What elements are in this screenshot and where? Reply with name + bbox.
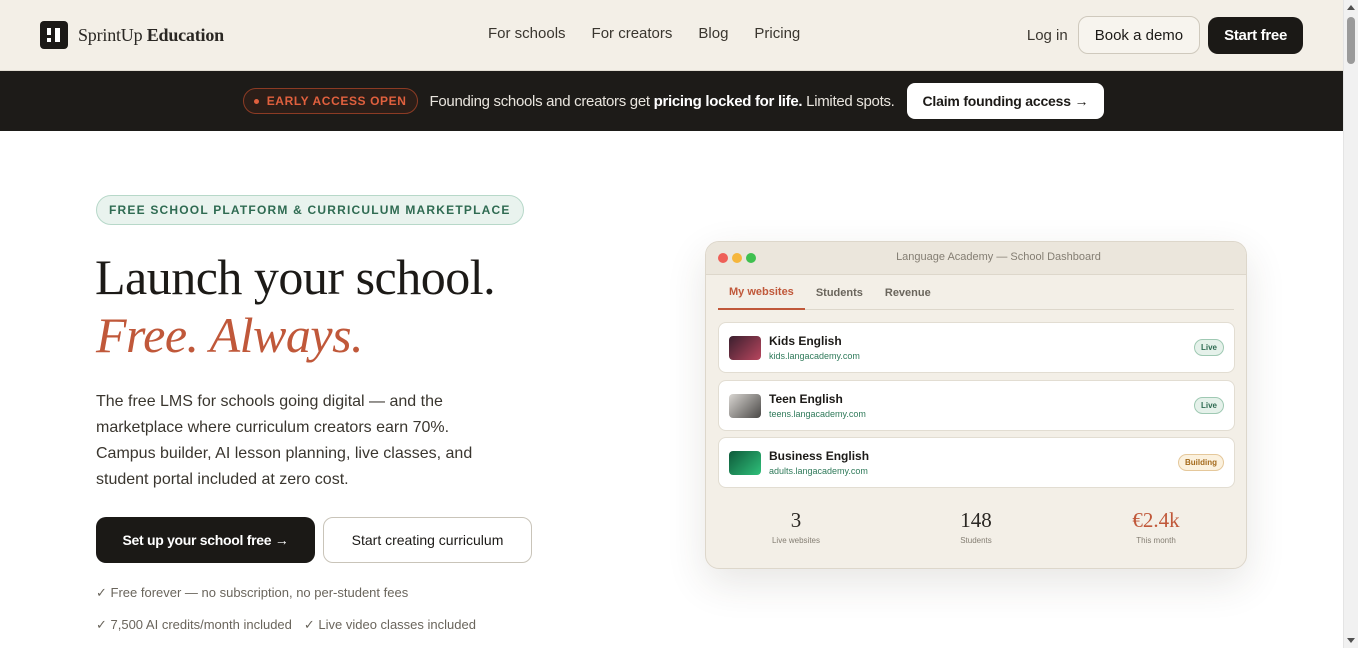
start-free-button[interactable]: Start free — [1208, 16, 1303, 54]
login-link[interactable]: Log in — [1026, 27, 1069, 44]
logo[interactable]: SprintUp Education — [40, 21, 224, 49]
site-name: Kids English — [769, 334, 842, 348]
announce-text-before: Founding schools and creators get — [429, 92, 654, 110]
tab-my-websites[interactable]: My websites — [718, 276, 805, 310]
dashboard-preview: Language Academy — School Dashboard My w… — [705, 241, 1247, 569]
site-thumbnail — [729, 394, 761, 418]
window-title: Language Academy — School Dashboard — [896, 251, 1101, 263]
dashboard-tabs: My websites Students Revenue — [718, 276, 1234, 310]
scrollbar-thumb[interactable] — [1347, 17, 1355, 64]
claim-founding-access-button[interactable]: Claim founding access → — [906, 83, 1105, 119]
logo-text: SprintUp Education — [78, 25, 224, 46]
page: SprintUp Education For schools For creat… — [0, 0, 1343, 648]
site-name: Business English — [769, 449, 870, 463]
dashboard-stats: 3 Live websites 148 Students €2.4k This … — [706, 508, 1246, 545]
status-badge: Building — [1178, 454, 1224, 471]
nav-for-creators[interactable]: For creators — [592, 25, 673, 42]
logo-text-light: SprintUp — [78, 24, 143, 45]
announcement-text: Founding schools and creators get pricin… — [430, 93, 895, 110]
tab-students[interactable]: Students — [805, 276, 874, 310]
logo-mark-icon — [40, 21, 68, 49]
book-demo-button[interactable]: Book a demo — [1077, 16, 1201, 54]
nav-blog[interactable]: Blog — [698, 25, 728, 42]
header-actions: Log in Book a demo Start free — [1026, 16, 1303, 54]
stat-this-month: €2.4k This month — [1066, 508, 1246, 545]
site-name: Teen English — [769, 392, 843, 406]
early-access-label: EARLY ACCESS OPEN — [266, 94, 407, 108]
hero-badge: FREE SCHOOL PLATFORM & CURRICULUM MARKET… — [96, 195, 524, 225]
site-card-business-english[interactable]: Business English adults.langacademy.com … — [718, 437, 1235, 488]
site-header: SprintUp Education For schools For creat… — [0, 0, 1343, 71]
announcement-bar: EARLY ACCESS OPEN Founding schools and c… — [0, 71, 1343, 131]
hero-title-accent: Free. Always. — [96, 307, 364, 363]
stat-value: 148 — [960, 508, 992, 532]
site-card-teen-english[interactable]: Teen English teens.langacademy.com Live — [718, 380, 1235, 431]
main-nav: For schools For creators Blog Pricing — [488, 25, 800, 42]
site-thumbnail — [729, 451, 761, 475]
site-card-kids-english[interactable]: Kids English kids.langacademy.com Live — [718, 322, 1235, 373]
scroll-up-arrow-icon[interactable] — [1347, 5, 1355, 10]
status-badge: Live — [1193, 339, 1224, 356]
page-scrollbar[interactable] — [1343, 0, 1358, 648]
stat-label: Live websites — [771, 536, 821, 545]
site-url: adults.langacademy.com — [769, 466, 868, 476]
tab-revenue[interactable]: Revenue — [874, 276, 942, 310]
stat-value: €2.4k — [1132, 508, 1180, 532]
status-badge: Live — [1193, 397, 1224, 414]
nav-for-schools[interactable]: For schools — [488, 25, 566, 42]
announce-text-after: Limited spots. — [802, 92, 895, 110]
nav-pricing[interactable]: Pricing — [754, 25, 800, 42]
announce-text-bold: pricing locked for life. — [653, 92, 803, 110]
site-thumbnail — [729, 336, 761, 360]
hero-title: Launch your school. — [95, 249, 496, 305]
status-dot-icon — [253, 98, 259, 104]
perk-item: ✓ Live video classes included — [303, 617, 476, 632]
site-url: kids.langacademy.com — [769, 351, 860, 361]
early-access-badge: EARLY ACCESS OPEN — [242, 88, 418, 114]
perk-item: ✓ 7,500 AI credits/month included — [96, 617, 292, 632]
window-titlebar: Language Academy — School Dashboard — [706, 242, 1246, 275]
stat-students: 148 Students — [886, 508, 1066, 545]
hero-description: The free LMS for schools going digital —… — [96, 393, 473, 488]
start-curriculum-button[interactable]: Start creating curriculum — [323, 517, 532, 563]
stat-value: 3 — [790, 508, 802, 532]
logo-text-bold: Education — [146, 24, 224, 45]
setup-school-button[interactable]: Set up your school free → — [96, 517, 315, 563]
site-url: teens.langacademy.com — [769, 409, 866, 419]
stat-live-websites: 3 Live websites — [706, 508, 886, 545]
stat-label: This month — [1136, 536, 1176, 545]
scroll-down-arrow-icon[interactable] — [1347, 638, 1355, 643]
stat-label: Students — [960, 536, 992, 545]
perks-list: ✓ Free forever — no subscription, no per… — [96, 584, 576, 634]
perk-item: ✓ Free forever — no subscription, no per… — [96, 585, 409, 600]
